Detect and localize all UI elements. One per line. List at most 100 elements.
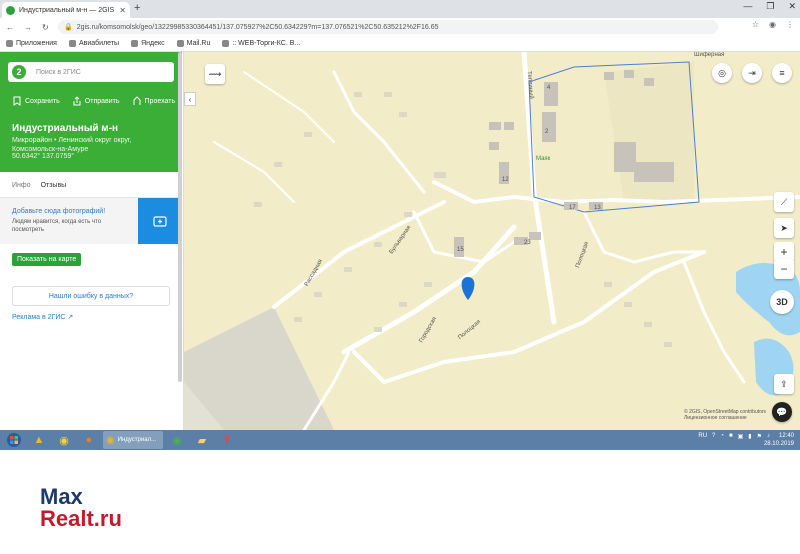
layers-button[interactable]: ⟿ [205,64,225,84]
folder-icon: ▰ [197,434,207,447]
ruler-icon: ⟋ [780,196,788,207]
reload-icon[interactable]: ↻ [42,23,49,32]
sidebar: 2 Поиск в 2ГИС Сохранить Отправить Проех… [0,52,184,430]
bookmark-icon [68,40,76,47]
poi-label[interactable]: Маяк [536,156,550,162]
add-photo-text: Людям нравится, когда есть что посмотрет… [12,219,102,233]
url-text: 2gis.ru/komsomolsk/geo/13229985330364451… [76,23,439,31]
sidebar-scrollbar[interactable] [178,52,182,382]
bookmark-yandex[interactable]: Яндекс [131,40,165,47]
report-error-button[interactable]: Нашли ошибку в данных? [12,286,170,306]
map-drawing [184,52,800,430]
minimize-icon[interactable]: — [743,1,752,12]
bookmark-torgi[interactable]: :: WEB-Торги-КС. В... [222,40,300,47]
2gis-favicon-icon [6,5,15,15]
collapse-sidebar-button[interactable]: ‹ [184,92,196,106]
chrome-icon: ◉ [106,434,115,446]
bookmark-apps[interactable]: Приложения [6,40,57,47]
place-coordinates: 50.6342° 137.0759° [12,153,75,160]
place-header: 2 Поиск в 2ГИС Сохранить Отправить Проех… [0,52,182,172]
search-input[interactable]: 2 Поиск в 2ГИС [8,62,174,82]
menu-button[interactable]: ≡ [772,63,792,83]
close-tab-icon[interactable]: ✕ [119,6,126,15]
clock[interactable]: 12:40 28.10.2019 [764,432,794,448]
tab-title: Индустриальный м-н — 2GIS [19,6,115,14]
route-button[interactable]: Проехать [132,96,175,106]
taskbar-app[interactable]: ▲ [28,431,50,449]
3d-button[interactable]: 3D [770,290,794,314]
back-icon[interactable]: ← [6,23,14,32]
add-photo-title[interactable]: Добавьте сюда фотографий! [12,208,105,215]
bookmark-avia[interactable]: Авиабилеты [68,40,119,47]
maximize-icon[interactable]: ❐ [766,1,774,12]
house-number: 17 [569,205,576,211]
taskbar-chrome[interactable]: ◉ [166,431,188,449]
windows-logo-icon [7,433,21,447]
bookmark-mail[interactable]: Mail.Ru [176,40,210,47]
flag-icon[interactable]: ⚑ [757,433,762,440]
share-map-button[interactable]: ⇪ [774,374,794,394]
tray-app-icon[interactable]: ▣ [738,433,744,440]
circle-icon: ◎ [718,67,726,78]
taskbar-yandex[interactable]: Y [216,431,238,449]
taskbar-firefox[interactable]: ● [78,431,100,449]
login-icon: ⇥ [748,67,756,78]
camera-plus-icon [153,216,167,227]
browser-tab[interactable]: Индустриальный м-н — 2GIS ✕ [2,2,130,18]
bookmark-icon [176,40,184,47]
bookmark-icon [131,40,139,47]
bookmarks-bar: Приложения Авиабилеты Яндекс Mail.Ru :: … [0,36,800,52]
show-on-map-button[interactable]: Показать на карте [12,253,82,266]
place-title: Индустриальный м-н [12,123,119,134]
menu-dots-icon[interactable]: ⋮ [786,20,794,29]
share-icon [73,96,81,106]
tray-app-icon[interactable]: ■ [729,433,733,440]
clock-date: 28.10.2019 [763,441,794,447]
location-button[interactable]: ◎ [712,63,732,83]
network-icon[interactable]: ▮ [748,433,751,440]
yandex-icon: Y [223,434,231,446]
new-tab-button[interactable]: + [134,2,140,14]
tab-info[interactable]: Инфо [12,182,31,189]
taskbar-explorer[interactable]: ▰ [191,431,213,449]
language-indicator[interactable]: RU [698,433,707,440]
house-number: 2 [545,129,549,135]
house-number: 15 [457,247,464,253]
share-button[interactable]: Отправить [72,96,120,106]
add-photo-button[interactable] [138,198,182,244]
firefox-icon: ● [85,434,93,446]
map-canvas[interactable]: Шиферная Теплиный Бульварная Рассадная Г… [184,52,800,430]
taskbar-app[interactable]: ◉ [53,431,75,449]
info-tabs: Инфо Отзывы [12,182,66,189]
tab-reviews[interactable]: Отзывы [41,182,67,189]
search-placeholder: Поиск в 2ГИС [36,68,81,76]
extension-icon[interactable]: ◉ [769,20,776,29]
chat-button[interactable]: 💬 [772,402,792,422]
house-number: 23 [524,240,531,246]
2gis-logo-icon[interactable]: 2 [12,65,26,79]
bookmark-icon [13,96,21,106]
start-button[interactable] [3,431,25,449]
house-number: 13 [594,205,601,211]
advertising-link[interactable]: Реклама в 2ГИС ↗ [12,313,73,321]
help-icon[interactable]: ? [712,433,715,440]
hamburger-icon: ≡ [779,68,785,78]
close-window-icon[interactable]: ✕ [788,1,796,12]
login-button[interactable]: ⇥ [742,63,762,83]
place-subtitle: Микрорайон • Ленинский округ округ, Комс… [12,137,132,153]
ruler-button[interactable]: ⟋ [774,192,794,212]
taskbar-chrome-active[interactable]: ◉ Индустриал... [103,431,163,449]
chrome-icon: ◉ [172,434,182,447]
star-icon[interactable]: ☆ [752,20,759,29]
compass-button[interactable]: ➤ [774,218,794,238]
eye-app-icon: ◉ [59,434,69,447]
route-icon: ⟿ [208,68,222,79]
save-button[interactable]: Сохранить [12,96,60,106]
zoom-out-button[interactable]: − [774,259,794,279]
map-attribution: © 2GIS, OpenStreetMap contributors Лицен… [684,409,767,421]
forward-icon[interactable]: → [24,23,32,32]
address-input[interactable]: 🔒 2gis.ru/komsomolsk/geo/132299853303644… [58,20,718,34]
clock-icon[interactable]: ◔ [720,433,724,440]
minus-icon: − [780,262,788,276]
place-actions: Сохранить Отправить Проехать [12,96,175,106]
